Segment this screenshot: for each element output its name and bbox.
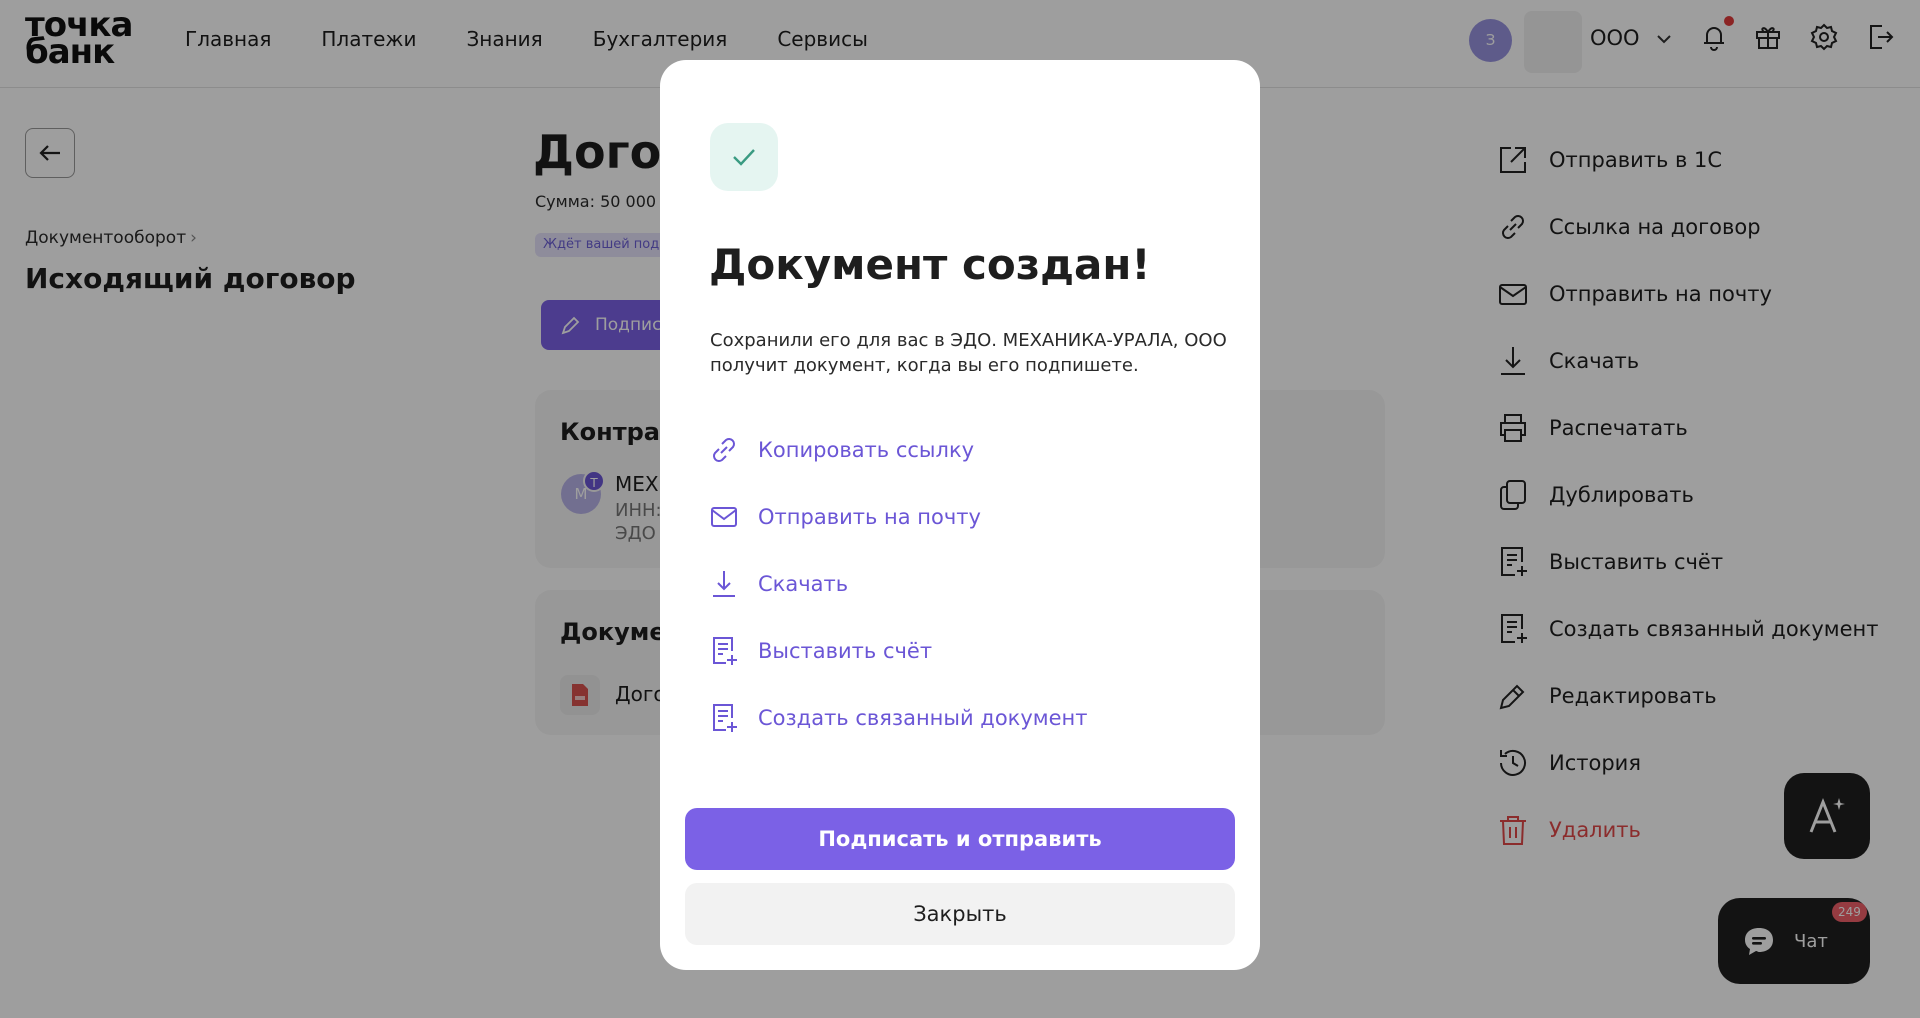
send-email-label: Отправить на почту: [758, 505, 981, 529]
create-linked-document-action[interactable]: Создать связанный документ: [708, 698, 1088, 738]
mail-icon: [711, 507, 737, 527]
invoice-action[interactable]: Выставить счёт: [708, 631, 932, 671]
success-check-icon: [710, 123, 778, 191]
invoice-label: Выставить счёт: [758, 639, 933, 663]
create-linked-document-label: Создать связанный документ: [758, 706, 1088, 730]
download-icon: [713, 571, 735, 597]
close-button[interactable]: Закрыть: [685, 883, 1235, 945]
dialog-title: Документ создан!: [709, 240, 1151, 289]
send-email-action[interactable]: Отправить на почту: [708, 497, 981, 537]
download-action[interactable]: Скачать: [708, 564, 848, 604]
dialog-message: Сохранили его для вас в ЭДО. МЕХАНИКА-УР…: [710, 330, 1227, 376]
copy-link-action[interactable]: Копировать ссылку: [708, 430, 974, 470]
download-label: Скачать: [758, 572, 849, 596]
copy-link-label: Копировать ссылку: [758, 438, 975, 462]
invoice-icon: [713, 637, 737, 665]
linked-document-icon: [713, 704, 737, 732]
link-icon: [713, 438, 735, 462]
document-created-dialog: Документ создан! Сохранили его для вас в…: [660, 60, 1260, 970]
sign-and-send-button[interactable]: Подписать и отправить: [685, 808, 1235, 870]
